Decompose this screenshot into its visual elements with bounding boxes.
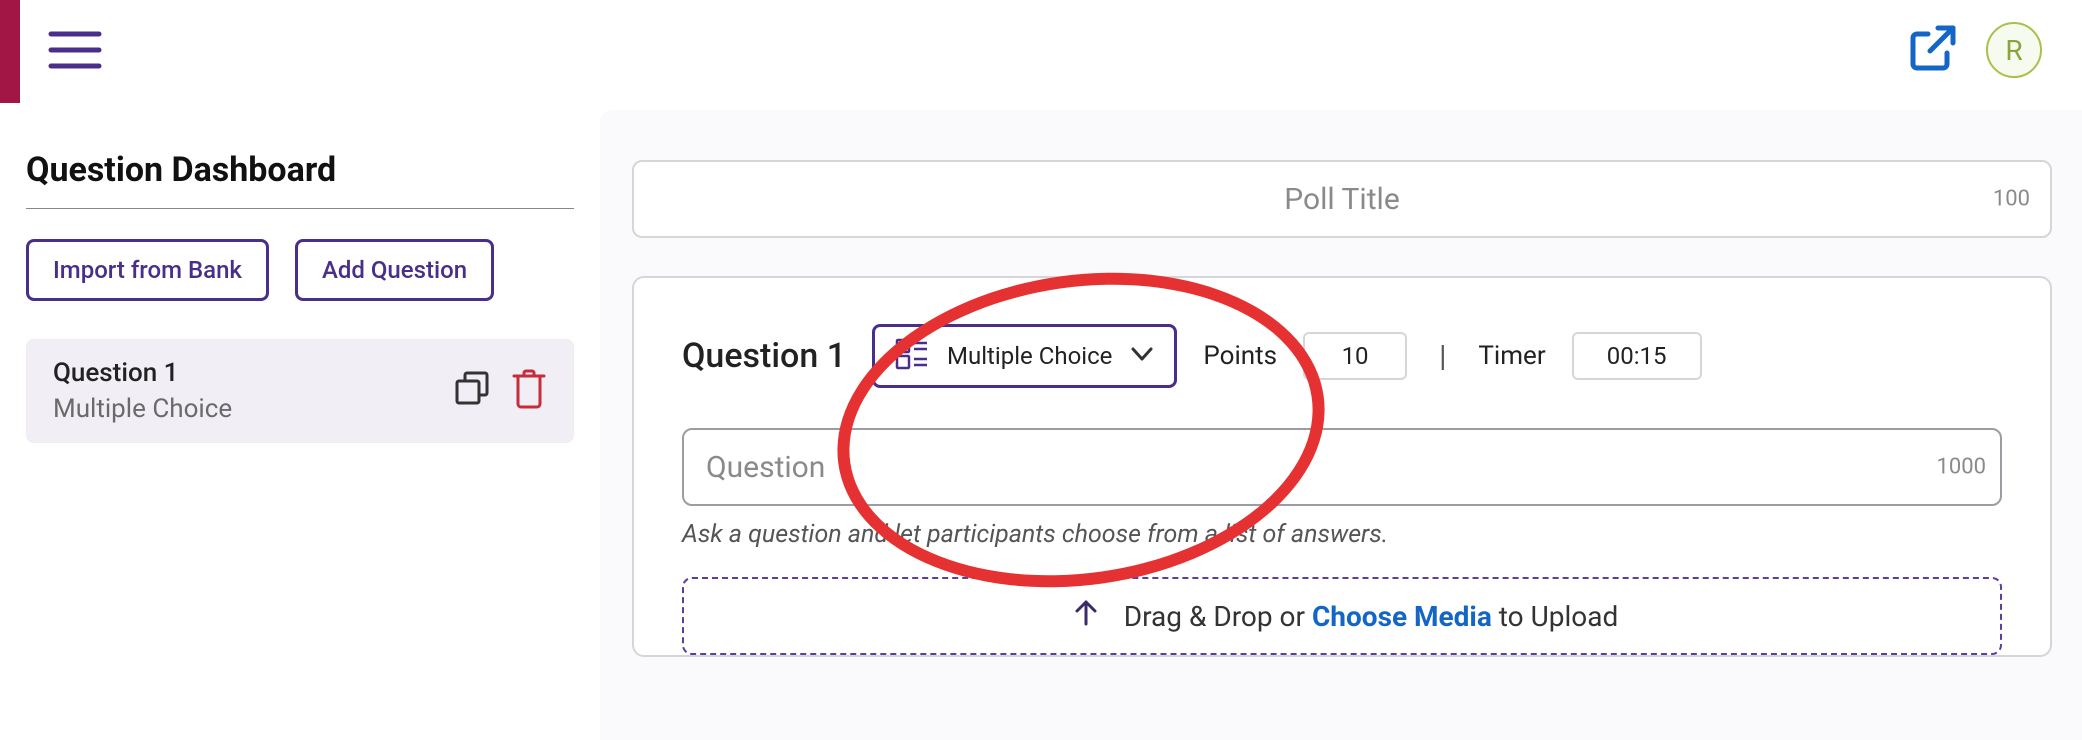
sidebar: Question Dashboard Import from Bank Add … [0, 110, 600, 740]
question-card-title: Question 1 [53, 358, 232, 388]
points-input[interactable] [1303, 332, 1407, 380]
question-type-select[interactable]: Multiple Choice [872, 324, 1177, 388]
avatar-initial: R [2005, 34, 2022, 67]
chevron-down-icon [1130, 346, 1154, 366]
question-input-wrap: 1000 [682, 428, 2002, 506]
question-card-actions [453, 368, 547, 414]
question-card-titles: Question 1 Multiple Choice [53, 358, 232, 424]
hamburger-menu-icon[interactable] [48, 30, 102, 70]
timer-label: Timer [1478, 341, 1545, 371]
question-number-label: Question 1 [682, 336, 846, 376]
avatar[interactable]: R [1986, 22, 2042, 78]
media-text-post: to Upload [1492, 600, 1618, 633]
question-panel: Question 1 Multiple Choice Points | Time… [632, 276, 2052, 657]
top-right-controls: R [1908, 22, 2082, 78]
brand-sliver [0, 0, 20, 103]
sidebar-title: Question Dashboard [26, 150, 574, 209]
divider: | [1433, 339, 1452, 374]
question-text-input[interactable] [682, 428, 2002, 506]
main-panel: 100 Question 1 Multiple Choice Points | [600, 110, 2082, 740]
timer-input[interactable] [1572, 332, 1702, 380]
points-label: Points [1203, 341, 1277, 371]
choose-media-link[interactable]: Choose Media [1312, 600, 1492, 633]
question-hint-text: Ask a question and let participants choo… [682, 520, 2002, 549]
question-card[interactable]: Question 1 Multiple Choice [26, 339, 574, 443]
delete-icon[interactable] [511, 368, 547, 414]
top-bar: R [0, 0, 2082, 100]
main-layout: Question Dashboard Import from Bank Add … [0, 110, 2082, 740]
question-type-label: Multiple Choice [947, 342, 1112, 370]
poll-title-input[interactable] [632, 160, 2052, 238]
media-text-pre: Drag & Drop or [1124, 600, 1312, 633]
question-card-type: Multiple Choice [53, 394, 232, 424]
duplicate-icon[interactable] [453, 369, 493, 413]
media-dropzone[interactable]: Drag & Drop or Choose Media to Upload [682, 577, 2002, 655]
poll-title-wrap: 100 [632, 160, 2052, 238]
media-drop-text: Drag & Drop or Choose Media to Upload [1124, 600, 1619, 633]
question-header-row: Question 1 Multiple Choice Points | Time… [682, 324, 2002, 388]
upload-icon [1066, 594, 1106, 638]
import-from-bank-button[interactable]: Import from Bank [26, 239, 269, 301]
multiple-choice-icon [895, 337, 929, 375]
add-question-button[interactable]: Add Question [295, 239, 494, 301]
open-external-icon[interactable] [1908, 23, 1958, 77]
sidebar-actions: Import from Bank Add Question [26, 239, 574, 301]
